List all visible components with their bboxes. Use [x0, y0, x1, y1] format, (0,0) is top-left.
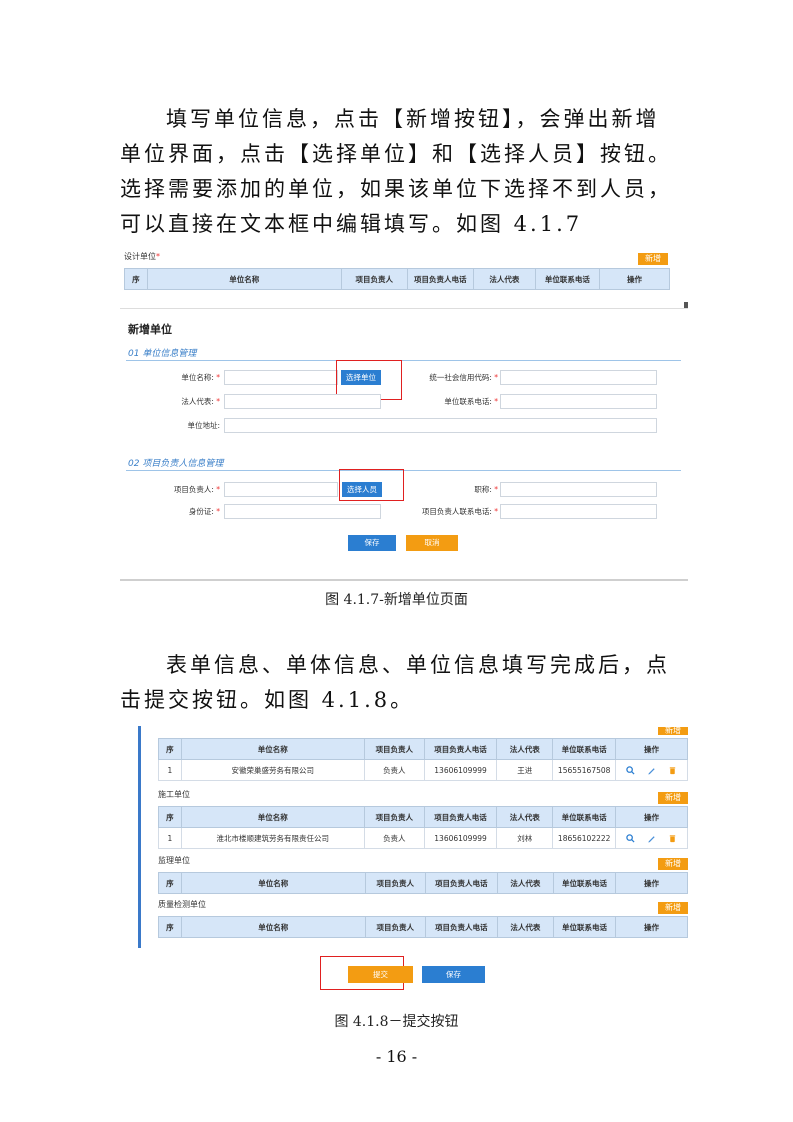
section-label-design-unit: 设计单位* [124, 252, 160, 261]
col-actions: 操作 [598, 268, 671, 290]
col-project-lead: 项目负责人 [363, 738, 425, 760]
unit-address-input[interactable] [224, 418, 657, 433]
col-legal-rep: 法人代表 [496, 738, 554, 760]
unit-table-2: 序 单位名称 项目负责人 项目负责人电话 法人代表 单位联系电话 操作 1 淮北… [158, 806, 688, 849]
unit-phone-input[interactable] [500, 394, 657, 409]
label-lead-phone: 项目负责人联系电话: * [421, 507, 498, 516]
col-index: 序 [158, 738, 182, 760]
label-title: 职称: * [474, 485, 498, 494]
table-header-row: 序 单位名称 项目负责人 项目负责人电话 法人代表 单位联系电话 操作 [158, 916, 688, 938]
page-number: - 16 - [375, 1047, 418, 1066]
unit-name-input[interactable] [224, 370, 338, 385]
table-row: 1 安徽荣巢盛劳务有限公司 负责人 13606109999 王进 1565516… [158, 759, 688, 781]
col-unit-phone: 单位联系电话 [534, 268, 600, 290]
new-button[interactable]: 新增 [658, 858, 688, 870]
label-unit-address: 单位地址: [187, 421, 220, 430]
new-unit-modal: 新增单位 01 单位信息管理 单位名称: * 选择单位 统一社会信用代码: * … [120, 308, 688, 581]
label-unit-phone: 单位联系电话: * [444, 397, 498, 406]
new-button[interactable]: 新增 [658, 792, 688, 804]
left-accent-bar [138, 726, 141, 948]
table-header-row: 序 单位名称 项目负责人 项目负责人电话 法人代表 单位联系电话 操作 [124, 268, 671, 290]
figure-submit-screenshot: 新增 序 单位名称 项目负责人 项目负责人电话 法人代表 单位联系电话 操作 1… [138, 726, 690, 990]
credit-code-input[interactable] [500, 370, 657, 385]
unit-table-1: 序 单位名称 项目负责人 项目负责人电话 法人代表 单位联系电话 操作 1 安徽… [158, 738, 688, 781]
delete-icon[interactable] [668, 834, 677, 843]
title-input[interactable] [500, 482, 657, 497]
id-card-input[interactable] [224, 504, 381, 519]
section-label-construction: 施工单位 [158, 790, 190, 799]
col-lead-phone: 项目负责人电话 [423, 738, 498, 760]
delete-icon[interactable] [668, 766, 677, 775]
label-unit-name: 单位名称: * [181, 373, 220, 382]
edit-icon[interactable] [647, 834, 656, 843]
lead-phone-input[interactable] [500, 504, 657, 519]
new-button[interactable]: 新增 [658, 902, 688, 914]
unit-table-4: 序 单位名称 项目负责人 项目负责人电话 法人代表 单位联系电话 操作 [158, 916, 688, 938]
table-header-row: 序 单位名称 项目负责人 项目负责人电话 法人代表 单位联系电话 操作 [158, 738, 688, 760]
figure-2-caption: 图 4.1.8－提交按钮 [334, 1014, 459, 1030]
save-button[interactable]: 保存 [422, 966, 485, 983]
edit-icon[interactable] [647, 766, 656, 775]
col-legal-rep: 法人代表 [472, 268, 536, 290]
figure-new-unit-screenshot: 设计单位* 新增 序 单位名称 项目负责人 项目负责人电话 法人代表 单位联系电… [120, 250, 688, 581]
new-button[interactable]: 新增 [638, 253, 668, 265]
paragraph-1: 填写单位信息，点击【新增按钮】，会弹出新增单位界面，点击【选择单位】和【选择人员… [120, 107, 672, 236]
label-legal-rep: 法人代表: * [181, 397, 220, 406]
divider [126, 360, 681, 361]
figure-1-caption: 图 4.1.7-新增单位页面 [325, 592, 468, 608]
table-row: 1 淮北市楼顺建筑劳务有限责任公司 负责人 13606109999 刘林 186… [158, 827, 688, 849]
row-actions [615, 759, 688, 781]
design-unit-table: 序 单位名称 项目负责人 项目负责人电话 法人代表 单位联系电话 操作 [124, 268, 671, 290]
new-button[interactable]: 新增 [658, 727, 688, 735]
section-lead-info: 02 项目负责人信息管理 [128, 459, 224, 469]
submit-button[interactable]: 提交 [348, 966, 413, 983]
paragraph-2: 表单信息、单体信息、单位信息填写完成后，点击提交按钮。如图 4.1.8。 [120, 653, 670, 712]
search-icon[interactable] [625, 766, 635, 775]
highlight-box [339, 469, 404, 501]
col-project-lead: 项目负责人 [340, 268, 408, 290]
project-lead-input[interactable] [224, 482, 338, 497]
col-unit-name: 单位名称 [180, 738, 365, 760]
row-actions [615, 827, 688, 849]
col-unit-name: 单位名称 [146, 268, 342, 290]
table-header-row: 序 单位名称 项目负责人 项目负责人电话 法人代表 单位联系电话 操作 [158, 872, 688, 894]
label-id-card: 身份证: * [188, 507, 220, 516]
col-lead-phone: 项目负责人电话 [406, 268, 474, 290]
section-label-supervision: 监理单位 [158, 856, 190, 865]
table-header-row: 序 单位名称 项目负责人 项目负责人电话 法人代表 单位联系电话 操作 [158, 806, 688, 828]
label-project-lead: 项目负责人: * [173, 485, 220, 494]
label-credit-code: 统一社会信用代码: * [429, 373, 498, 382]
save-button[interactable]: 保存 [348, 535, 396, 551]
section-unit-info: 01 单位信息管理 [128, 349, 197, 359]
modal-title: 新增单位 [128, 323, 172, 336]
col-unit-phone: 单位联系电话 [552, 738, 617, 760]
cancel-button[interactable]: 取消 [406, 535, 458, 551]
legal-rep-input[interactable] [224, 394, 381, 409]
col-index: 序 [124, 268, 148, 290]
unit-table-3: 序 单位名称 项目负责人 项目负责人电话 法人代表 单位联系电话 操作 [158, 872, 688, 894]
col-actions: 操作 [615, 738, 688, 760]
section-label-quality-testing: 质量检测单位 [158, 900, 206, 909]
search-icon[interactable] [625, 834, 635, 843]
